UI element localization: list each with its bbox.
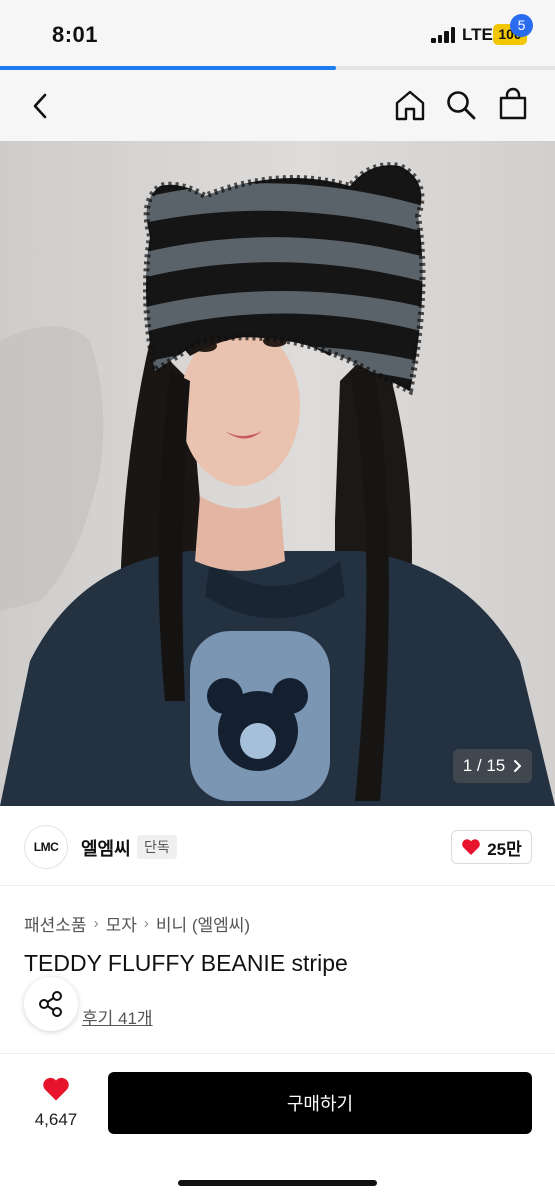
brand-logo-text: LMC <box>33 840 59 854</box>
breadcrumb-item[interactable]: 비니 (엘엠씨) <box>156 911 250 936</box>
home-indicator <box>178 1180 377 1186</box>
chevron-right-icon: › <box>143 915 149 932</box>
search-button[interactable] <box>443 86 479 124</box>
cart-count-badge: 5 <box>510 14 533 37</box>
brand-row: LMC 엘엠씨 단독 25만 <box>0 806 555 886</box>
chevron-right-icon: › <box>93 915 99 932</box>
chevron-right-icon <box>514 760 522 772</box>
heart-icon <box>43 1077 69 1101</box>
brand-like-button[interactable]: 25만 <box>451 830 532 864</box>
shopping-bag-icon <box>499 87 527 120</box>
status-bar: 8:01 LTE 100 <box>0 0 555 66</box>
back-button[interactable] <box>22 88 58 124</box>
image-counter-text: 1 / 15 <box>462 756 506 775</box>
signal-icon <box>431 27 457 43</box>
product-photo <box>0 141 555 806</box>
image-counter[interactable]: 1 / 15 <box>453 749 532 783</box>
product-page: 8:01 LTE 100 5 1 / 15 LMC 엘엠씨 단독 25만 패션소… <box>0 0 555 1200</box>
home-button[interactable] <box>392 86 428 124</box>
buy-button-label: 구매하기 <box>286 1094 354 1114</box>
product-image[interactable] <box>0 141 555 806</box>
cart-button[interactable] <box>493 84 533 124</box>
home-icon <box>395 90 425 121</box>
search-icon <box>447 91 476 120</box>
top-nav <box>0 70 555 141</box>
network-type: LTE <box>462 25 493 44</box>
reviews-link[interactable]: 후기 41개 <box>82 1004 153 1029</box>
wishlist-count: 4,647 <box>34 1110 78 1129</box>
brand-like-count: 25만 <box>487 839 522 859</box>
breadcrumb-item[interactable]: 패션소품 <box>24 911 87 936</box>
heart-icon <box>462 839 481 855</box>
chevron-left-icon <box>33 93 47 119</box>
divider <box>0 1053 555 1054</box>
wishlist-button[interactable]: 4,647 <box>24 1074 88 1134</box>
brand-logo[interactable]: LMC <box>24 825 68 869</box>
status-time: 8:01 <box>52 22 99 47</box>
exclusive-badge: 단독 <box>137 835 177 859</box>
product-title: TEDDY FLUFFY BEANIE stripe <box>24 950 348 976</box>
share-icon <box>39 991 62 1017</box>
breadcrumb-item[interactable]: 모자 <box>106 911 137 936</box>
buy-button[interactable]: 구매하기 <box>108 1072 532 1134</box>
breadcrumb: 패션소품 › 모자 › 비니 (엘엠씨) <box>24 911 250 936</box>
share-button[interactable] <box>24 977 78 1031</box>
brand-name[interactable]: 엘엠씨 <box>81 835 131 861</box>
